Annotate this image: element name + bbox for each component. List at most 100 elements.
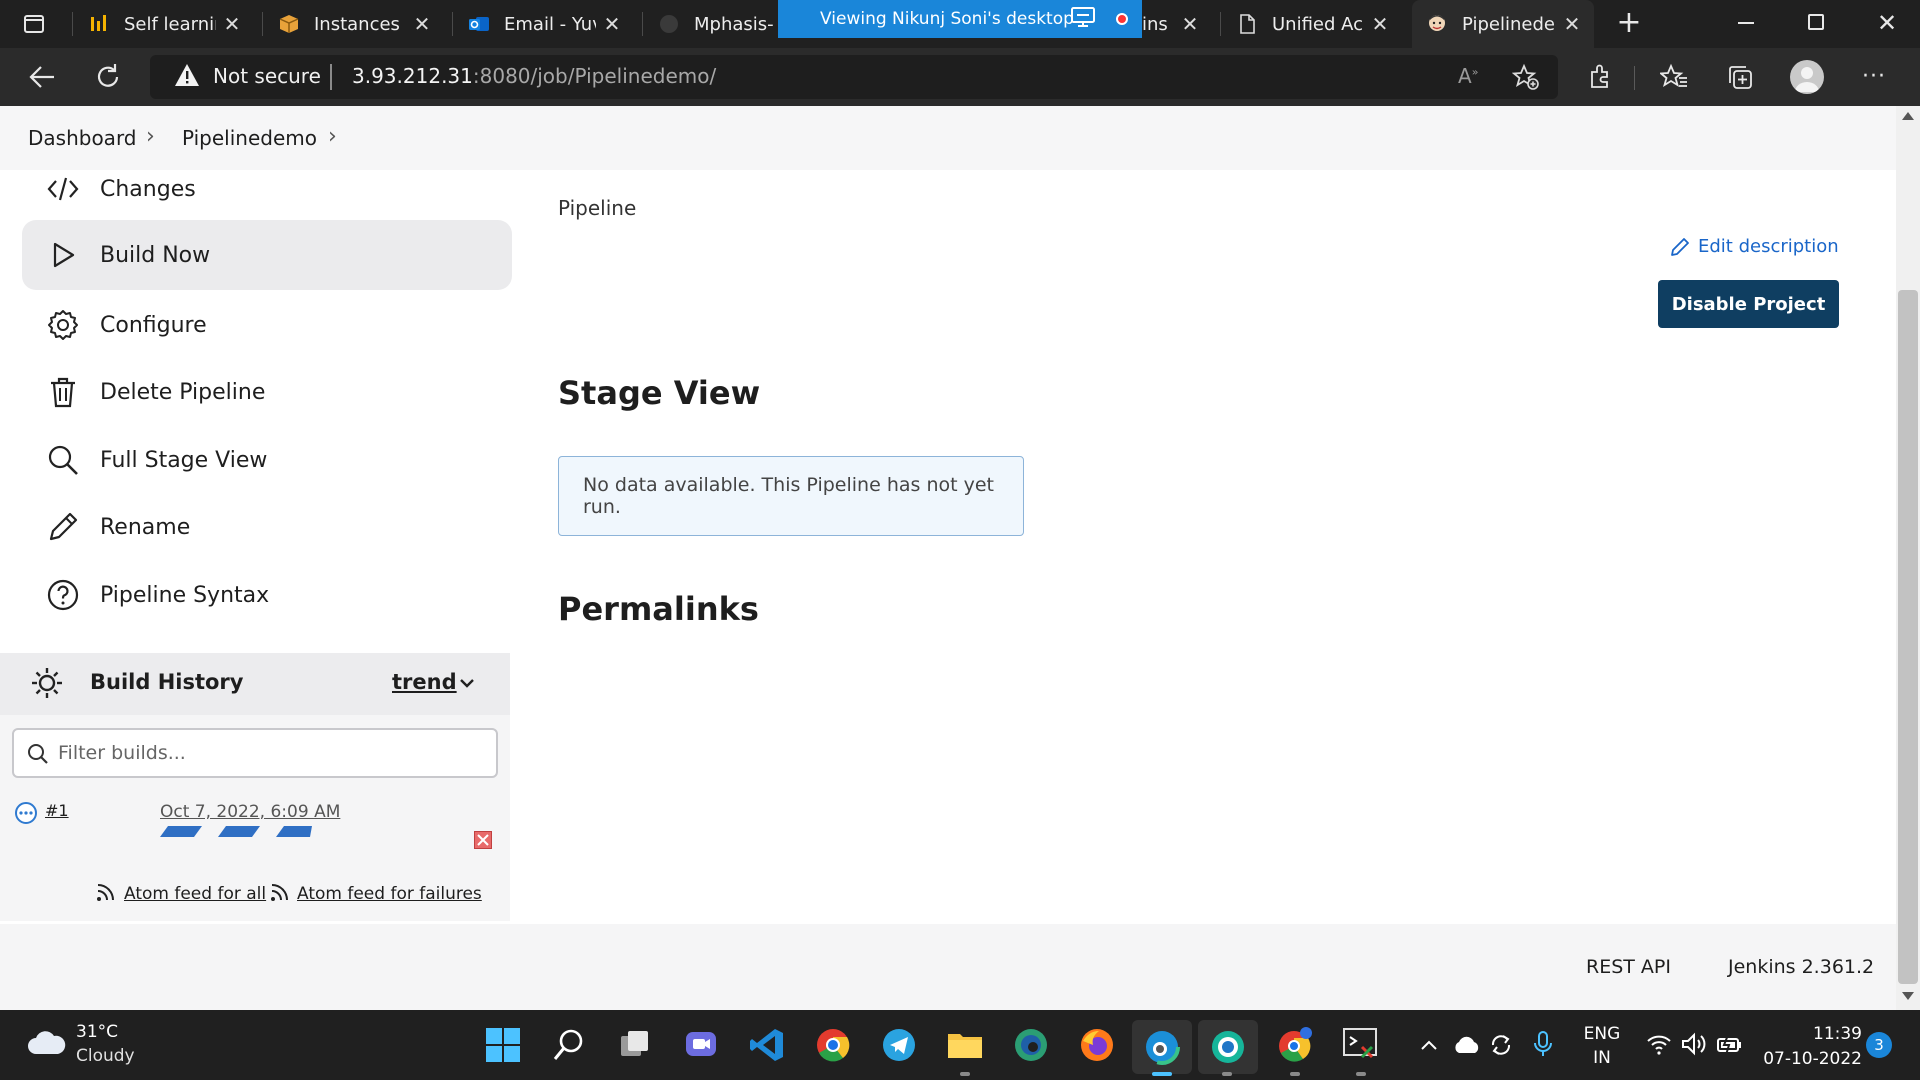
extensions-icon[interactable] bbox=[1586, 63, 1614, 91]
security-label[interactable]: Not secure bbox=[213, 64, 321, 88]
build-date-link[interactable]: Oct 7, 2022, 6:09 AM bbox=[160, 802, 340, 822]
back-icon[interactable] bbox=[28, 64, 56, 90]
aws-box-icon bbox=[278, 13, 300, 35]
firefox-icon[interactable] bbox=[1072, 1020, 1122, 1070]
close-icon[interactable]: ✕ bbox=[412, 14, 432, 34]
sidebar-item-full-stage-view[interactable]: Full Stage View bbox=[22, 429, 512, 491]
sync-icon[interactable] bbox=[1488, 1032, 1514, 1058]
tab-instances[interactable]: Instances | E ✕ bbox=[264, 0, 444, 48]
pencil-icon bbox=[46, 510, 80, 544]
warning-icon[interactable] bbox=[174, 63, 200, 87]
volume-icon[interactable] bbox=[1680, 1032, 1708, 1056]
language-indicator[interactable]: ENG IN bbox=[1578, 1022, 1626, 1070]
start-button[interactable] bbox=[478, 1020, 528, 1070]
battery-icon[interactable] bbox=[1716, 1034, 1744, 1056]
clock[interactable]: 11:39 07-10-2022 bbox=[1752, 1022, 1862, 1072]
add-favorite-icon[interactable] bbox=[1512, 63, 1540, 91]
tab-label: Pipelinedem bbox=[1462, 13, 1556, 35]
rest-api-link[interactable]: REST API bbox=[1586, 956, 1671, 978]
atom-feed-failures-link[interactable]: Atom feed for failures bbox=[297, 884, 482, 904]
search-icon bbox=[26, 742, 50, 766]
tab-unified-access[interactable]: Unified Acc ✕ bbox=[1222, 0, 1402, 48]
running-indicator bbox=[1356, 1072, 1366, 1076]
tab-pipelinedemo[interactable]: Pipelinedem ✕ bbox=[1412, 0, 1594, 48]
chevron-down-icon[interactable] bbox=[456, 672, 478, 694]
scroll-down-arrow-icon[interactable] bbox=[1902, 992, 1914, 1000]
sidebar-item-delete-pipeline[interactable]: Delete Pipeline bbox=[22, 361, 512, 423]
chevron-up-icon[interactable] bbox=[1418, 1034, 1440, 1056]
help-circle-icon bbox=[46, 578, 80, 612]
address-divider bbox=[330, 64, 332, 90]
cancel-build-icon[interactable] bbox=[474, 831, 492, 849]
notification-badge[interactable]: 3 bbox=[1866, 1032, 1892, 1058]
filter-placeholder: Filter builds... bbox=[58, 742, 186, 764]
wifi-icon[interactable] bbox=[1646, 1032, 1672, 1056]
breadcrumb-dashboard[interactable]: Dashboard bbox=[28, 126, 137, 150]
edge-dev-icon[interactable] bbox=[1006, 1020, 1056, 1070]
onedrive-icon[interactable] bbox=[1452, 1034, 1482, 1056]
trend-link[interactable]: trend bbox=[392, 670, 457, 694]
sidebar-item-label: Full Stage View bbox=[100, 447, 268, 473]
chevron-right-icon[interactable]: › bbox=[328, 124, 337, 149]
sidebar-item-label: Rename bbox=[100, 514, 191, 540]
close-icon[interactable]: ✕ bbox=[222, 14, 242, 34]
sidebar-item-pipeline-syntax[interactable]: Pipeline Syntax bbox=[22, 564, 512, 626]
more-menu-icon[interactable]: ··· bbox=[1862, 64, 1886, 89]
restore-icon[interactable] bbox=[1808, 14, 1824, 30]
tab-email[interactable]: Email - Yuva ✕ bbox=[454, 0, 634, 48]
teams-chat-icon[interactable] bbox=[676, 1020, 726, 1070]
edit-description-link[interactable]: Edit description bbox=[1670, 236, 1839, 257]
microphone-icon[interactable] bbox=[1532, 1030, 1554, 1058]
close-window-icon[interactable]: ✕ bbox=[1872, 6, 1902, 40]
atom-feed-all-link[interactable]: Atom feed for all bbox=[124, 884, 266, 904]
chrome-profile-icon[interactable] bbox=[1270, 1020, 1320, 1070]
build-running-icon bbox=[14, 801, 38, 825]
snipping-tool-icon[interactable] bbox=[1336, 1020, 1386, 1070]
read-aloud-icon[interactable]: A» bbox=[1458, 64, 1478, 88]
task-view-icon[interactable] bbox=[610, 1020, 660, 1070]
file-explorer-icon[interactable] bbox=[940, 1020, 990, 1070]
close-icon[interactable]: ✕ bbox=[1562, 14, 1582, 34]
edge-icon[interactable] bbox=[1132, 1020, 1192, 1074]
tab-actions-icon[interactable] bbox=[22, 12, 46, 36]
chrome-icon[interactable] bbox=[808, 1020, 858, 1070]
reload-icon[interactable] bbox=[94, 63, 122, 91]
sidebar-item-build-now[interactable]: Build Now bbox=[22, 220, 512, 290]
close-icon[interactable]: ✕ bbox=[602, 14, 622, 34]
gear-icon bbox=[46, 308, 80, 342]
weather-widget[interactable]: 31°C Cloudy bbox=[26, 1022, 176, 1072]
vscode-icon[interactable] bbox=[742, 1020, 792, 1070]
pencil-icon bbox=[1670, 237, 1690, 257]
tab-self-learning[interactable]: Self learning ✕ bbox=[74, 0, 254, 48]
tab-label: Email - Yuva bbox=[504, 13, 596, 35]
build-number-link[interactable]: #1 bbox=[45, 801, 69, 820]
remote-session-banner[interactable]: Viewing Nikunj Soni's desktop bbox=[778, 0, 1142, 38]
collections-icon[interactable] bbox=[1726, 63, 1754, 91]
clock-time: 11:39 bbox=[1813, 1024, 1862, 1044]
url-text[interactable]: 3.93.212.31:8080/job/Pipelinedemo/ bbox=[352, 64, 716, 88]
scrollbar-thumb[interactable] bbox=[1898, 290, 1918, 984]
telegram-icon[interactable] bbox=[874, 1020, 924, 1070]
close-icon[interactable]: ✕ bbox=[1370, 14, 1390, 34]
tab-label: ins ( bbox=[1142, 13, 1174, 35]
clock-date: 07-10-2022 bbox=[1763, 1049, 1862, 1069]
remote-screen-icon[interactable] bbox=[1070, 6, 1098, 30]
taskbar-search-icon[interactable] bbox=[544, 1020, 594, 1070]
sidebar-item-rename[interactable]: Rename bbox=[22, 496, 512, 558]
sidebar-item-changes[interactable]: Changes bbox=[22, 160, 512, 218]
new-tab-button[interactable]: + bbox=[1614, 8, 1644, 38]
scroll-up-arrow-icon[interactable] bbox=[1902, 112, 1914, 120]
tab-label: Mphasis- bbox=[694, 13, 774, 35]
breadcrumb-pipelinedemo[interactable]: Pipelinedemo bbox=[182, 126, 317, 150]
close-icon[interactable]: ✕ bbox=[1180, 14, 1200, 34]
profile-avatar[interactable] bbox=[1790, 60, 1824, 94]
tab-jenkins-other[interactable]: ins ( ✕ bbox=[1142, 0, 1212, 48]
disable-project-button[interactable]: Disable Project bbox=[1658, 280, 1839, 328]
sidebar-item-configure[interactable]: Configure bbox=[22, 294, 512, 356]
favorites-icon[interactable] bbox=[1660, 63, 1688, 91]
tab-mphasis[interactable]: Mphasis- bbox=[644, 0, 784, 48]
minimize-icon[interactable] bbox=[1738, 22, 1754, 24]
document-icon bbox=[1236, 13, 1258, 35]
jenkins-version-link[interactable]: Jenkins 2.361.2 bbox=[1728, 956, 1874, 978]
edge-profile-icon[interactable] bbox=[1198, 1020, 1258, 1074]
